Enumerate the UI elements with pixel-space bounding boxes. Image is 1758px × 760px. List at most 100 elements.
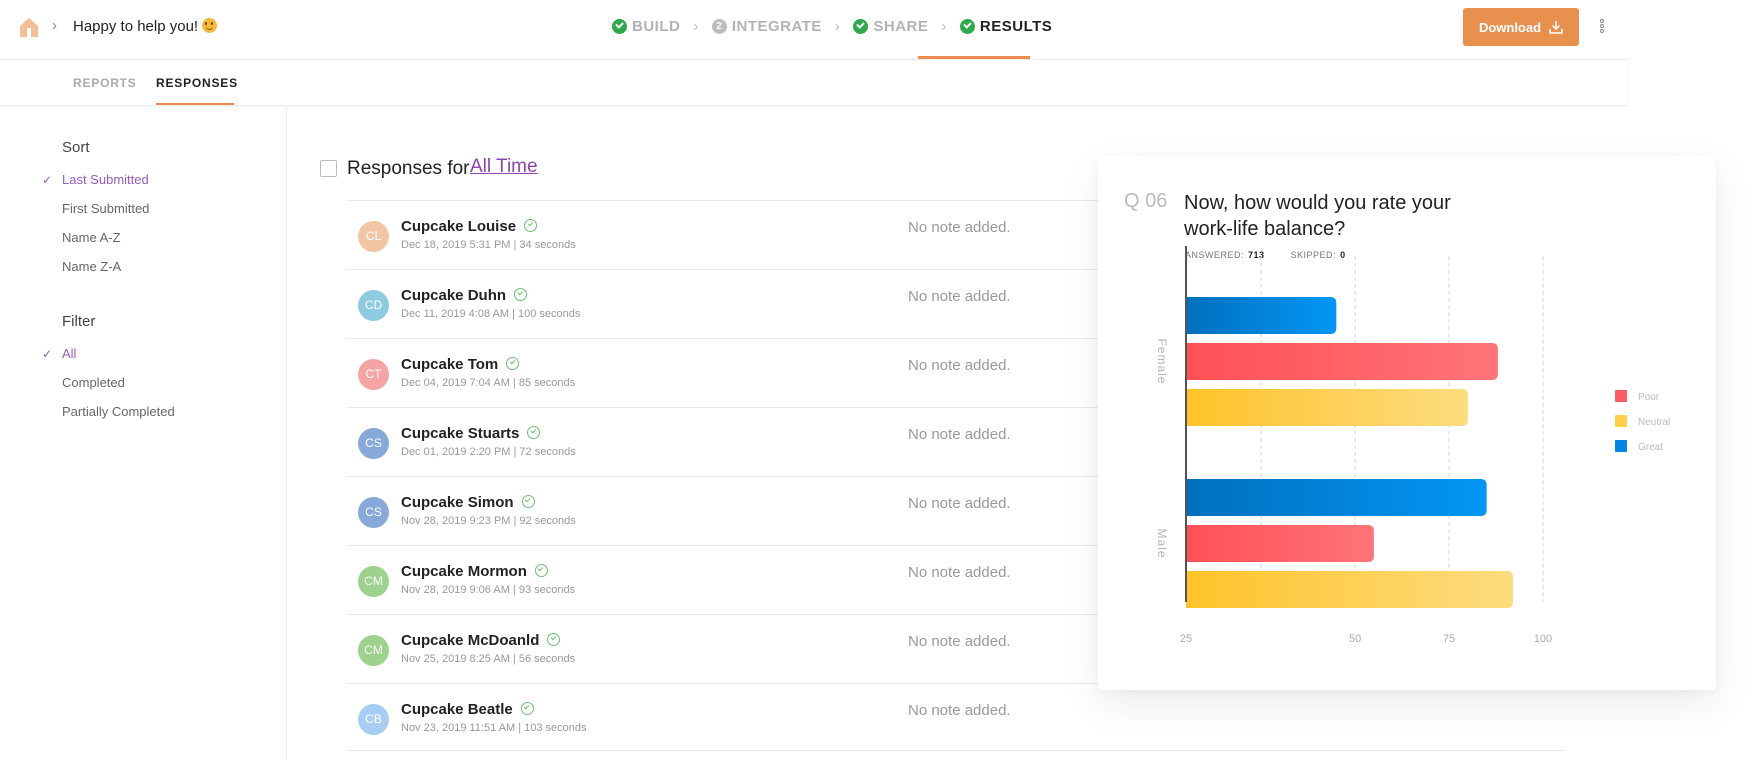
active-tab-indicator	[156, 103, 234, 105]
completed-check-icon	[514, 288, 528, 301]
number-circle-icon: 2	[711, 19, 727, 34]
legend-swatch-great	[1615, 440, 1627, 452]
response-note: No note added.	[908, 219, 1011, 236]
select-all-checkbox[interactable]	[320, 160, 337, 177]
legend-swatch-poor	[1615, 390, 1627, 402]
step-share[interactable]: SHARE	[853, 18, 928, 35]
smiling-face-emoji	[202, 18, 218, 33]
response-meta: Dec 01, 2019 2:20 PM | 72 seconds	[401, 446, 576, 458]
completed-check-icon	[524, 219, 538, 232]
completed-check-icon	[534, 564, 548, 577]
response-meta: Nov 28, 2019 9:06 AM | 93 seconds	[401, 584, 576, 596]
completed-check-icon	[506, 357, 520, 370]
bar-male-great	[1186, 479, 1487, 516]
respondent-name[interactable]: Cupcake McDoanld	[401, 632, 561, 649]
tab-reports[interactable]: REPORTS	[73, 76, 137, 90]
filter-all[interactable]: All	[62, 346, 76, 361]
avatar: CD	[358, 290, 389, 321]
response-note: No note added.	[908, 495, 1011, 512]
step-progress: BUILD › 2 INTEGRATE › SHARE › RESULTS	[612, 18, 1052, 35]
response-note: No note added.	[908, 426, 1011, 443]
bar-female-poor	[1186, 343, 1498, 380]
kebab-menu-icon[interactable]	[1599, 19, 1605, 35]
response-meta: Nov 25, 2019 8:25 AM | 56 seconds	[401, 653, 576, 665]
bar-male-neutral	[1186, 571, 1513, 608]
legend-label: Poor	[1638, 392, 1660, 403]
completed-check-icon	[520, 702, 534, 715]
avatar: CT	[358, 359, 389, 390]
active-step-indicator	[918, 56, 1030, 59]
chevron-right-icon: ›	[834, 18, 841, 35]
download-button[interactable]: Download	[1463, 8, 1579, 46]
response-meta: Nov 23, 2019 11:51 AM | 103 seconds	[401, 722, 587, 734]
bar-female-great	[1186, 297, 1337, 334]
step-integrate[interactable]: 2 INTEGRATE	[711, 18, 822, 35]
avatar: CB	[358, 704, 389, 735]
bar-female-neutral	[1186, 389, 1468, 426]
check-circle-icon	[612, 19, 627, 34]
step-results[interactable]: RESULTS	[959, 18, 1052, 35]
respondent-name[interactable]: Cupcake Simon	[401, 494, 535, 511]
respondent-name[interactable]: Cupcake Mormon	[401, 563, 548, 580]
chevron-right-icon: ›	[941, 18, 947, 35]
filter-heading: Filter	[62, 313, 96, 330]
response-note: No note added.	[908, 357, 1011, 374]
response-note: No note added.	[908, 564, 1011, 581]
step-build[interactable]: BUILD	[612, 18, 680, 35]
sort-last-submitted[interactable]: Last Submitted	[62, 172, 149, 187]
avatar: CM	[358, 635, 389, 666]
check-icon: ✓	[42, 173, 53, 187]
respondent-name[interactable]: Cupcake Duhn	[401, 287, 528, 304]
respondent-name[interactable]: Cupcake Louise	[401, 218, 538, 235]
sort-name-z-a[interactable]: Name Z-A	[62, 259, 121, 274]
legend-label: Great	[1638, 442, 1663, 453]
chevron-right-icon: ›	[52, 17, 57, 34]
bar-chart: Female Male 25 50 75 100 Poor Neutral Great	[1155, 246, 1670, 645]
response-note: No note added.	[908, 633, 1011, 650]
bar-male-poor	[1186, 525, 1374, 562]
check-icon: ✓	[42, 347, 53, 361]
divider	[346, 750, 1566, 751]
respondent-name[interactable]: Cupcake Beatle	[401, 701, 534, 718]
response-meta: Dec 04, 2019 7:04 AM | 85 seconds	[401, 377, 576, 389]
x-tick-label: 50	[1349, 633, 1361, 645]
response-note: No note added.	[908, 288, 1011, 305]
avatar: CM	[358, 566, 389, 597]
category-label: Male	[1155, 528, 1169, 558]
respondent-name[interactable]: Cupcake Stuarts	[401, 425, 541, 442]
response-meta: Dec 11, 2019 4:08 AM | 100 seconds	[401, 308, 581, 320]
sub-navigation: REPORTS RESPONSES	[0, 60, 1628, 106]
avatar: CL	[358, 221, 389, 252]
completed-check-icon	[521, 495, 535, 508]
respondent-name[interactable]: Cupcake Tom	[401, 356, 520, 373]
sort-first-submitted[interactable]: First Submitted	[62, 201, 149, 216]
avatar: CS	[358, 428, 389, 459]
tab-responses[interactable]: RESPONSES	[156, 76, 238, 90]
x-tick-label: 75	[1443, 633, 1455, 645]
sort-heading: Sort	[62, 139, 90, 156]
filter-completed[interactable]: Completed	[62, 375, 125, 390]
responses-for-label: Responses for	[347, 158, 470, 179]
category-label: Female	[1155, 338, 1169, 384]
home-icon[interactable]	[18, 16, 40, 38]
response-meta: Nov 28, 2019 9:23 PM | 92 seconds	[401, 515, 576, 527]
response-note: No note added.	[908, 702, 1011, 719]
completed-check-icon	[527, 426, 541, 439]
top-bar: › Happy to help you! BUILD › 2 INTEGRATE…	[0, 0, 1628, 60]
legend-label: Neutral	[1638, 417, 1670, 428]
response-meta: Dec 18, 2019 5:31 PM | 34 seconds	[401, 239, 576, 251]
date-range-link[interactable]: All Time	[470, 156, 538, 178]
check-circle-icon	[853, 19, 869, 34]
filter-partially-completed[interactable]: Partially Completed	[62, 404, 175, 419]
check-circle-icon	[959, 19, 975, 34]
sidebar: Sort ✓ Last Submitted First Submitted Na…	[0, 107, 287, 760]
x-tick-label: 25	[1180, 633, 1192, 645]
completed-check-icon	[547, 633, 561, 646]
legend-swatch-neutral	[1615, 415, 1627, 427]
sort-name-a-z[interactable]: Name A-Z	[62, 230, 121, 245]
page-title: Happy to help you!	[73, 18, 218, 35]
x-tick-label: 100	[1534, 633, 1552, 645]
response-row[interactable]: CB Cupcake Beatle Nov 23, 2019 11:51 AM …	[346, 683, 1566, 752]
download-icon	[1549, 21, 1563, 34]
chevron-right-icon: ›	[693, 18, 699, 35]
